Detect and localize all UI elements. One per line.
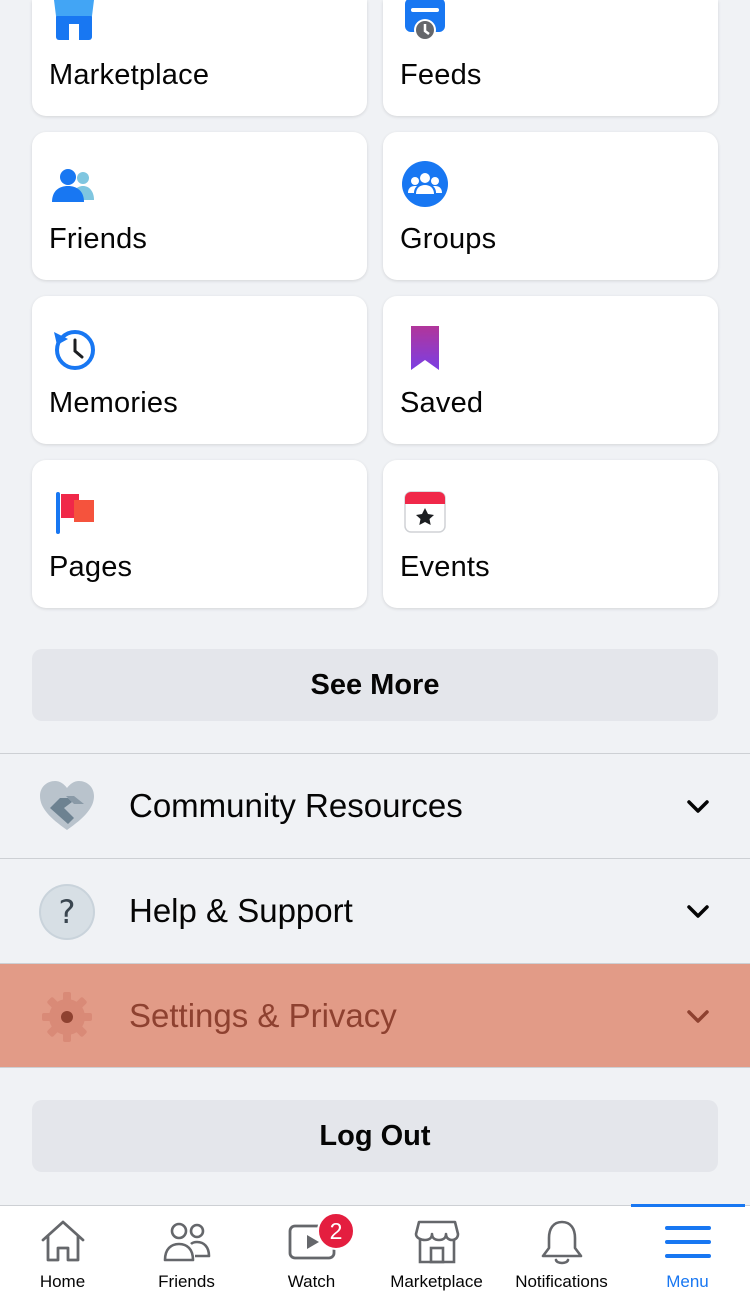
events-icon xyxy=(404,491,446,533)
tab-menu[interactable]: Menu xyxy=(625,1204,750,1294)
tab-label: Marketplace xyxy=(390,1272,483,1291)
shortcut-label: Feeds xyxy=(400,59,482,91)
tab-notifications[interactable]: Notifications xyxy=(499,1206,624,1294)
tab-label: Menu xyxy=(666,1272,709,1291)
memories-icon xyxy=(54,330,95,370)
shortcut-label: Groups xyxy=(400,223,497,255)
active-tab-indicator xyxy=(631,1204,745,1207)
chevron-down-icon xyxy=(687,1009,709,1023)
shortcut-label: Memories xyxy=(49,387,178,419)
saved-icon xyxy=(411,326,439,370)
bell-icon xyxy=(541,1220,582,1265)
pages-icon xyxy=(56,492,94,534)
shortcut-label: Saved xyxy=(400,387,484,419)
tab-label: Friends xyxy=(158,1272,215,1291)
shortcut-feeds[interactable]: Feeds xyxy=(383,0,718,116)
feeds-icon xyxy=(405,0,445,41)
section-label: Settings & Privacy xyxy=(129,996,397,1034)
menu-icon xyxy=(664,1226,711,1258)
shortcut-label: Events xyxy=(400,551,490,583)
marketplace-icon xyxy=(54,0,94,40)
section-label: Community Resources xyxy=(129,787,463,824)
shortcut-saved[interactable]: Saved xyxy=(383,296,718,444)
friends-outline-icon xyxy=(163,1222,210,1262)
shortcut-label: Pages xyxy=(49,551,133,583)
chevron-down-icon xyxy=(687,800,709,813)
shortcut-pages[interactable]: Pages xyxy=(32,460,367,608)
log-out-button[interactable]: Log Out xyxy=(32,1100,718,1172)
svg-text:?: ? xyxy=(59,893,76,931)
shortcut-memories[interactable]: Memories xyxy=(32,296,367,444)
shortcut-events[interactable]: Events xyxy=(383,460,718,608)
tab-friends[interactable]: Friends xyxy=(124,1206,249,1294)
shortcut-groups[interactable]: Groups xyxy=(383,132,718,280)
groups-icon xyxy=(402,161,448,207)
tab-label: Home xyxy=(39,1272,86,1291)
shortcuts-grid: Marketplace Feeds Friends Groups Memorie… xyxy=(32,0,718,624)
bottom-tab-bar: Home Friends 2 Watch Marketplace Notific… xyxy=(0,1204,750,1294)
section-community-resources[interactable]: Community Resources xyxy=(0,753,750,858)
section-settings-privacy[interactable]: Settings & Privacy xyxy=(0,963,750,1068)
marketplace-outline-icon xyxy=(414,1220,459,1264)
tab-label: Watch xyxy=(287,1272,336,1291)
handshake-icon xyxy=(40,781,94,830)
shortcut-label: Friends xyxy=(49,223,148,255)
gear-icon xyxy=(42,992,92,1042)
chevron-down-icon xyxy=(687,905,709,918)
tab-watch[interactable]: 2 Watch xyxy=(249,1206,374,1294)
tab-label: Notifications xyxy=(515,1272,608,1291)
friends-icon xyxy=(52,169,94,202)
question-icon: ? xyxy=(39,884,95,940)
section-label: Help & Support xyxy=(129,892,353,929)
tab-marketplace[interactable]: Marketplace xyxy=(374,1206,499,1294)
section-help-support[interactable]: ? Help & Support xyxy=(0,858,750,963)
shortcut-marketplace[interactable]: Marketplace xyxy=(32,0,367,116)
shortcut-friends[interactable]: Friends xyxy=(32,132,367,280)
notification-badge: 2 xyxy=(317,1212,355,1250)
home-icon xyxy=(41,1220,84,1262)
tab-home[interactable]: Home xyxy=(0,1206,125,1294)
see-more-button[interactable]: See More xyxy=(32,649,718,721)
menu-screen: Marketplace Feeds Friends Groups Memorie… xyxy=(0,0,750,1294)
shortcut-label: Marketplace xyxy=(49,59,210,91)
